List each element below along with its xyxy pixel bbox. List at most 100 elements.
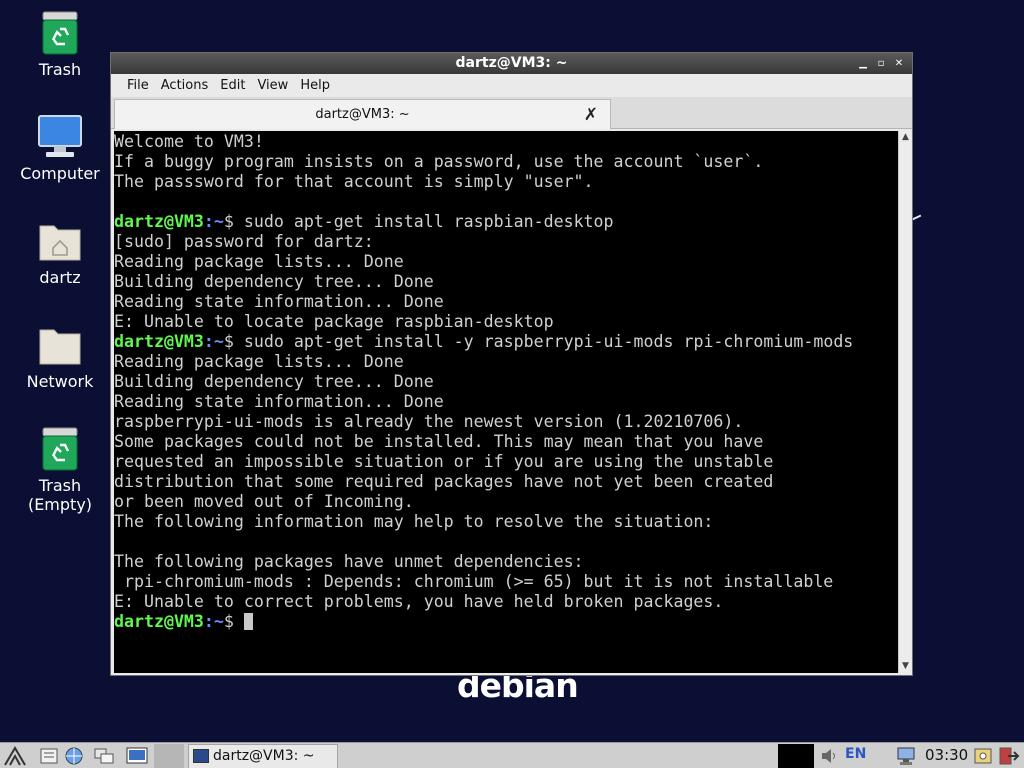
terminal-line: E: Unable to correct problems, you have … [114,592,898,612]
line-text: The following information may help to re… [114,512,714,531]
keyboard-layout-indicator[interactable]: EN [845,746,866,762]
scroll-up-icon[interactable]: ▲ [899,131,912,144]
scroll-down-icon[interactable]: ▼ [899,660,912,673]
menu-edit[interactable]: Edit [214,75,251,97]
terminal-output[interactable]: Welcome to VM3! If a buggy program insist… [114,131,898,673]
terminal-line: The passsword for that account is simply… [114,172,898,192]
desktop-icon-label: dartz [39,268,81,287]
terminal-line: The following information may help to re… [114,512,898,532]
taskbar-terminal-button[interactable]: dartz@VM3: ~ [188,744,338,768]
network-icon[interactable] [895,745,917,767]
menu-file[interactable]: File [121,75,155,97]
clock[interactable]: 03:30 [925,746,968,764]
line-text: distribution that some required packages… [114,472,774,491]
terminal-line: dartz@VM3:~$ [114,612,898,632]
window-titlebar[interactable]: dartz@VM3: ~ ▁ ▫ ✕ [111,53,912,74]
line-text: Reading state information... Done [114,292,444,311]
desktop-icon-trash[interactable]: Trash [14,10,106,79]
minimize-icon[interactable]: ▁ [854,53,872,74]
desktop-icon-label: Trash (Empty) [27,476,93,514]
desktop-icon-trash-empty[interactable]: Trash (Empty) [14,426,106,514]
prompt-path: :~ [203,212,224,231]
terminal-line: requested an impossible situation or if … [114,452,898,472]
line-text: $ sudo apt-get install -y raspberrypi-ui… [223,332,854,351]
start-menu-icon[interactable] [4,745,26,767]
line-text: Reading package lists... Done [114,352,404,371]
close-icon[interactable]: ✕ [890,53,908,74]
prompt-user: dartz@VM3 [114,612,204,631]
windows-icon[interactable] [93,745,115,767]
line-text: rpi-chromium-mods : Depends: chromium (>… [114,572,834,591]
terminal-icon [193,749,209,763]
line-text: Some packages could not be installed. Th… [114,432,764,451]
terminal-line: Reading package lists... Done [114,252,898,272]
line-text: Reading package lists... Done [114,252,404,271]
line-text: Reading state information... Done [114,392,444,411]
terminal-line: raspberrypi-ui-mods is already the newes… [114,412,898,432]
terminal-line: dartz@VM3:~$ sudo apt-get install -y ras… [114,332,898,352]
terminal-line: Reading state information... Done [114,392,898,412]
home-folder-icon [39,225,81,261]
desktop-icon-computer[interactable]: Computer [14,114,106,183]
desktop-icon-label: Computer [20,164,100,183]
tab-label: dartz@VM3: ~ [315,107,410,122]
browser-globe-icon[interactable] [63,745,85,767]
tray-blank-area [778,744,814,768]
tab-close-icon[interactable]: ✗ [584,100,598,130]
line-text: E: Unable to correct problems, you have … [114,592,724,611]
line-text: requested an impossible situation or if … [114,452,774,471]
terminal-scrollbar[interactable]: ▲ ▼ [898,131,911,673]
terminal-cursor [243,613,253,630]
terminal-line: Building dependency tree... Done [114,372,898,392]
line-text: raspberrypi-ui-mods is already the newes… [114,412,744,431]
trash-icon [42,11,78,55]
menu-view[interactable]: View [251,75,294,97]
taskbar: dartz@VM3: ~ EN 03:30 [0,742,1024,768]
terminal-line: Reading state information... Done [114,292,898,312]
terminal-line: rpi-chromium-mods : Depends: chromium (>… [114,572,898,592]
workspace-switcher[interactable] [154,744,184,768]
menu-actions[interactable]: Actions [155,75,215,97]
terminal-line: or been moved out of Incoming. [114,492,898,512]
line-text: [sudo] password for dartz: [114,232,374,251]
line-text: The passsword for that account is simply… [114,172,594,191]
line-text: $ [223,612,244,631]
desktop-icon-label: Trash [38,60,82,79]
computer-icon [38,115,82,157]
tab-bar: dartz@VM3: ~ ✗ [111,97,912,129]
terminal-line: If a buggy program insists on a password… [114,152,898,172]
terminal-line: Some packages could not be installed. Th… [114,432,898,452]
terminal-line: dartz@VM3:~$ sudo apt-get install raspbi… [114,212,898,232]
window-title: dartz@VM3: ~ [455,55,568,71]
terminal-line: Welcome to VM3! [114,132,898,152]
menu-help[interactable]: Help [294,75,336,97]
volume-icon[interactable] [818,745,840,767]
folder-icon [39,329,81,365]
show-desktop-icon[interactable] [126,745,148,767]
desktop-icon-network[interactable]: Network [14,322,106,391]
desktop-icon-label: Network [26,372,94,391]
terminal-window[interactable]: dartz@VM3: ~ ▁ ▫ ✕ File Actions Edit Vie… [110,52,913,676]
tab-terminal[interactable]: dartz@VM3: ~ ✗ [114,99,611,129]
line-text: The following packages have unmet depend… [114,552,584,571]
trash-icon [42,427,78,471]
terminal-line: The following packages have unmet depend… [114,552,898,572]
line-text: Welcome to VM3! [114,132,264,151]
line-text: E: Unable to locate package raspbian-des… [114,312,554,331]
line-text: or been moved out of Incoming. [114,492,414,511]
maximize-icon[interactable]: ▫ [872,53,890,74]
prompt-user: dartz@VM3 [114,212,204,231]
logout-icon[interactable] [998,745,1020,767]
lock-screen-icon[interactable] [973,745,995,767]
terminal-line: distribution that some required packages… [114,472,898,492]
file-manager-icon[interactable] [38,745,60,767]
desktop-icon-home-folder[interactable]: dartz [14,218,106,287]
task-label: dartz@VM3: ~ [213,748,315,764]
terminal-line: E: Unable to locate package raspbian-des… [114,312,898,332]
terminal-line: [sudo] password for dartz: [114,232,898,252]
menubar: File Actions Edit View Help [111,75,912,97]
line-text: Building dependency tree... Done [114,372,434,391]
prompt-path: :~ [203,612,224,631]
